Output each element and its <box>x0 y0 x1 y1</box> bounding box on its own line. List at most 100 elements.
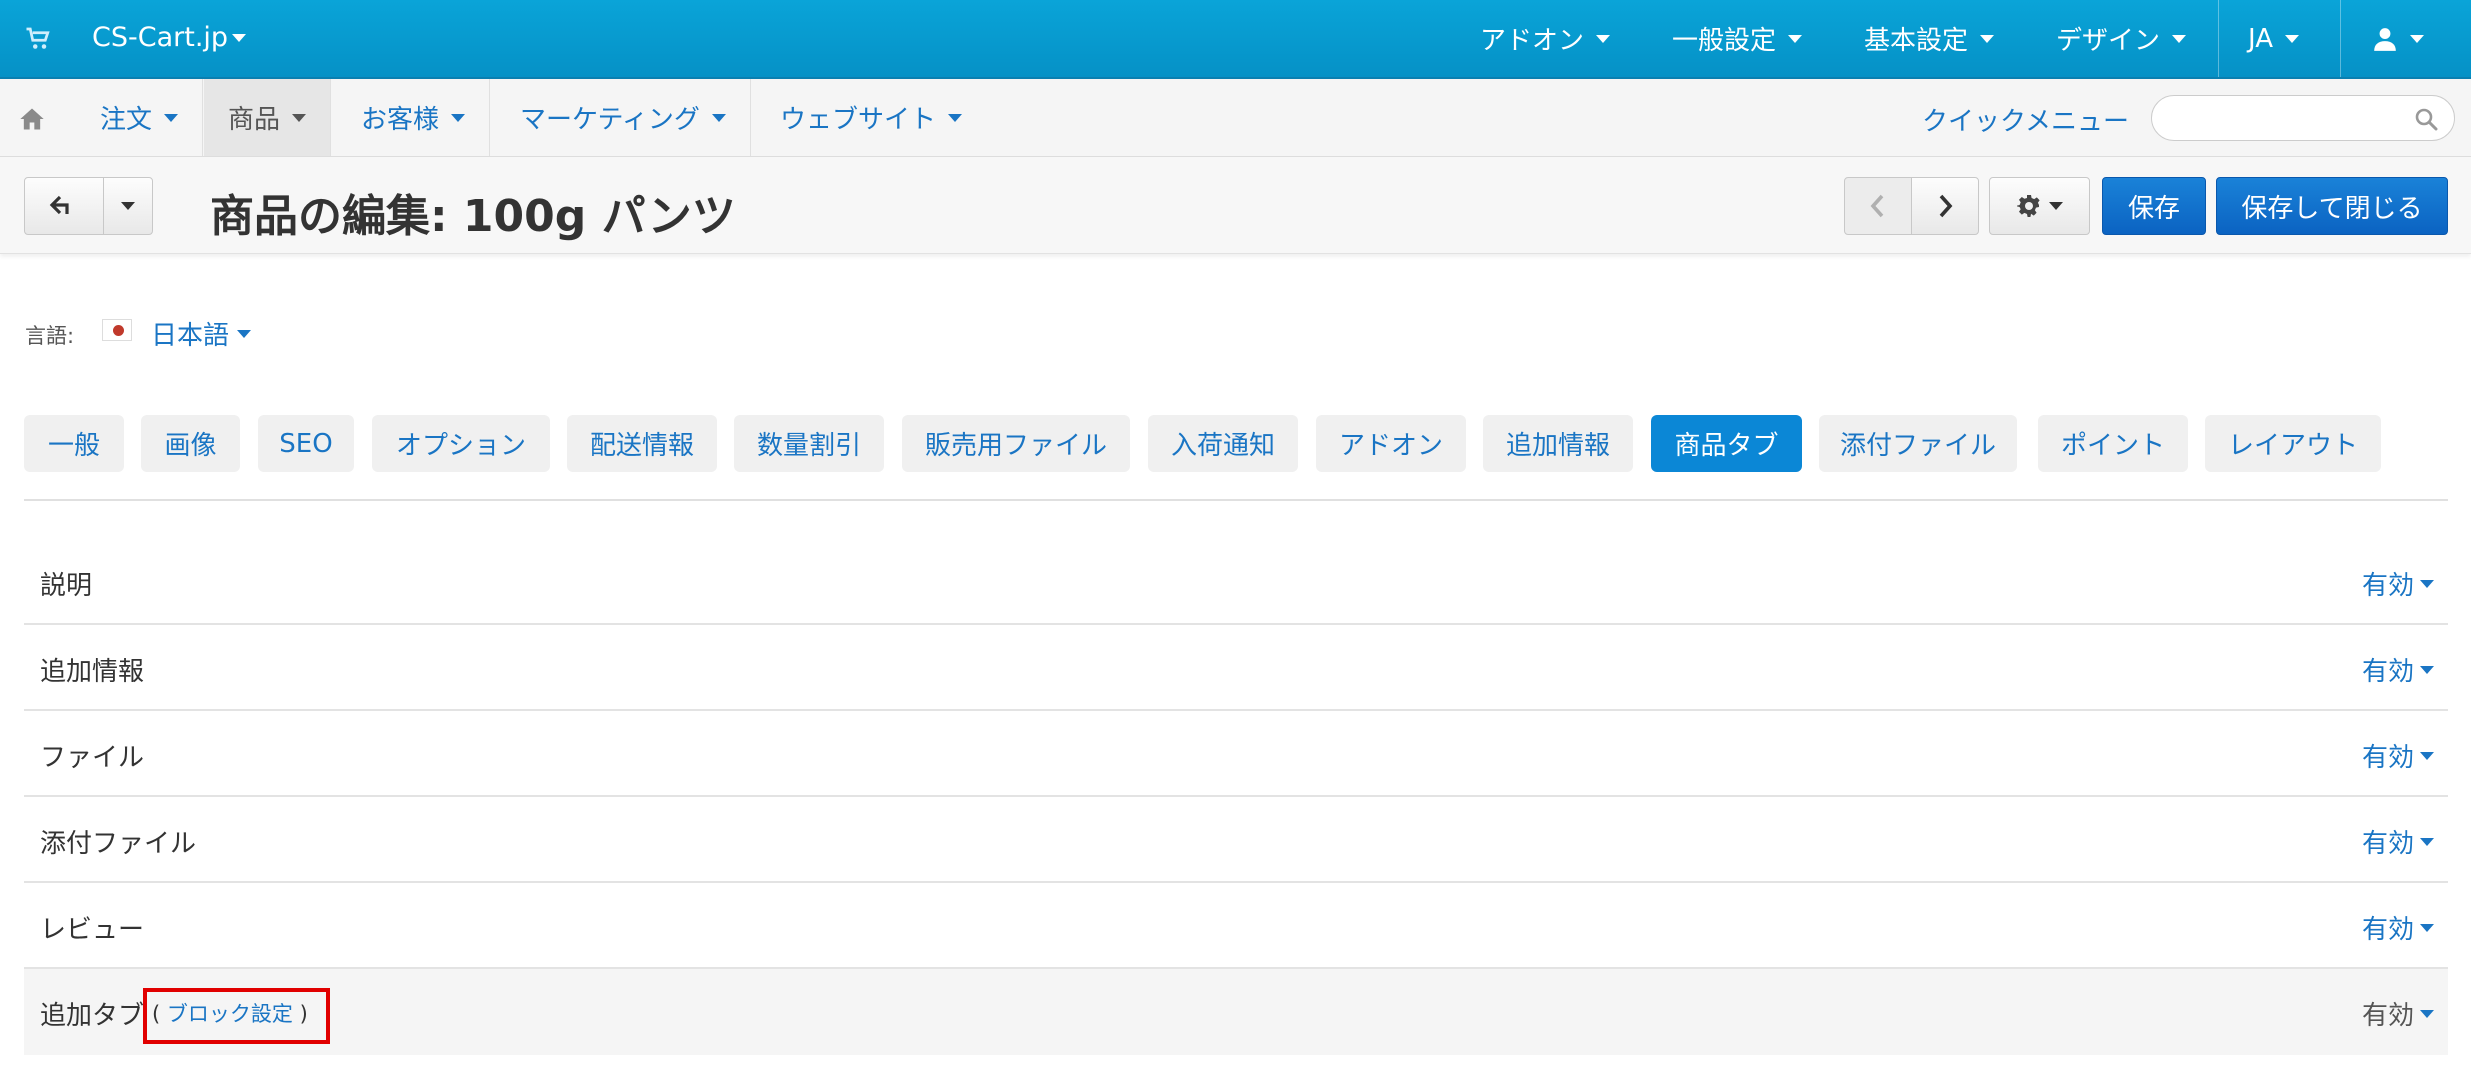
nav-orders[interactable]: 注文 <box>76 79 204 156</box>
product-tab-row: 添付ファイル 有効 <box>24 797 2448 883</box>
nav-marketing[interactable]: マーケティング <box>496 79 751 156</box>
status-dropdown[interactable]: 有効 <box>2362 909 2434 946</box>
tab-downloadable-files[interactable]: 販売用ファイル <box>902 415 1130 472</box>
chevron-down-icon <box>2172 34 2187 43</box>
nav-products-label: 商品 <box>228 105 281 135</box>
nav-customers-label: お客様 <box>361 105 440 135</box>
chevron-down-icon <box>451 113 466 122</box>
tab-shipping[interactable]: 配送情報 <box>567 415 717 472</box>
paren-close: ) <box>299 1002 308 1026</box>
store-brand-menu[interactable]: CS-Cart.jp <box>92 22 247 53</box>
language-label: 言語: <box>25 324 75 348</box>
menu-divider <box>2218 0 2219 77</box>
product-tab-row: レビュー 有効 <box>24 883 2448 969</box>
status-dropdown[interactable]: 有効 <box>2362 995 2434 1032</box>
tab-stock-notifications[interactable]: 入荷通知 <box>1148 415 1298 472</box>
menu-design[interactable]: デザイン <box>2056 0 2187 77</box>
status-value: 有効 <box>2361 915 2414 945</box>
save-and-close-button[interactable]: 保存して閉じる <box>2216 177 2448 235</box>
product-tab-row: 追加タブ 有効 <box>24 969 2448 1055</box>
search-box <box>2151 95 2455 141</box>
tab-points[interactable]: ポイント <box>2038 415 2188 472</box>
chevron-down-icon <box>1788 34 1803 43</box>
product-tab-row: 説明 有効 <box>24 539 2448 625</box>
chevron-down-icon <box>121 202 135 210</box>
chevron-down-icon <box>948 113 963 122</box>
chevron-right-icon <box>1939 194 1953 218</box>
top-bar: CS-Cart.jp アドオン 一般設定 基本設定 デザイン JA <box>0 0 2471 79</box>
menu-addons[interactable]: アドオン <box>1480 0 1611 77</box>
status-value: 有効 <box>2361 829 2414 859</box>
menu-divider <box>2340 0 2341 77</box>
prev-product-button[interactable] <box>1844 177 1912 235</box>
chevron-down-icon <box>2420 837 2434 846</box>
menu-design-label: デザイン <box>2056 26 2161 56</box>
next-product-button[interactable] <box>1911 177 1979 235</box>
back-arrow-icon <box>49 195 69 215</box>
tab-seo[interactable]: SEO <box>258 415 354 472</box>
tab-quantity-discounts[interactable]: 数量割引 <box>734 415 884 472</box>
tab-layout[interactable]: レイアウト <box>2205 415 2381 472</box>
block-settings-link[interactable]: ブロック設定 <box>167 1002 293 1026</box>
status-dropdown[interactable]: 有効 <box>2362 651 2434 688</box>
tab-images[interactable]: 画像 <box>141 415 240 472</box>
menu-addons-label: アドオン <box>1480 26 1585 56</box>
chevron-down-icon <box>2420 579 2434 588</box>
status-value: 有効 <box>2361 1001 2414 1031</box>
language-value: 日本語 <box>151 321 230 351</box>
gear-icon <box>2016 195 2040 217</box>
tab-product-tabs[interactable]: 商品タブ <box>1651 415 1802 472</box>
product-tab-name: 説明 <box>40 571 93 601</box>
chevron-down-icon <box>2420 1009 2434 1018</box>
menu-language[interactable]: JA <box>2248 0 2299 77</box>
status-dropdown[interactable]: 有効 <box>2362 737 2434 774</box>
language-selector[interactable]: 日本語 <box>151 315 252 352</box>
nav-marketing-label: マーケティング <box>520 105 700 135</box>
chevron-down-icon <box>232 33 247 42</box>
chevron-down-icon <box>711 113 726 122</box>
tab-attachments[interactable]: 添付ファイル <box>1819 415 2017 472</box>
chevron-down-icon <box>2420 751 2434 760</box>
status-dropdown[interactable]: 有効 <box>2362 823 2434 860</box>
product-tab-row: ファイル 有効 <box>24 711 2448 797</box>
japan-flag-icon <box>102 319 132 341</box>
status-value: 有効 <box>2361 571 2414 601</box>
secondary-nav: 注文 商品 お客様 マーケティング ウェブサイト クイックメニュー <box>0 79 2471 157</box>
quick-menu-link[interactable]: クイックメニュー <box>1922 101 2129 138</box>
menu-user[interactable] <box>2372 0 2424 77</box>
nav-website[interactable]: ウェブサイト <box>756 79 986 156</box>
tab-addons[interactable]: アドオン <box>1316 415 1466 472</box>
chevron-down-icon <box>292 113 307 122</box>
chevron-down-icon <box>164 113 179 122</box>
chevron-down-icon <box>1596 34 1611 43</box>
home-icon[interactable] <box>16 105 48 133</box>
paren-open: ( <box>152 1002 161 1026</box>
chevron-down-icon <box>237 329 252 338</box>
menu-basic-settings[interactable]: 基本設定 <box>1864 0 1995 77</box>
tab-options[interactable]: オプション <box>372 415 550 472</box>
search-input[interactable] <box>2170 96 2410 140</box>
nav-website-label: ウェブサイト <box>780 105 937 135</box>
chevron-down-icon <box>2410 34 2424 43</box>
tab-additional-info[interactable]: 追加情報 <box>1483 415 1633 472</box>
back-dropdown-button[interactable] <box>103 177 153 235</box>
chevron-down-icon <box>2420 665 2434 674</box>
cart-icon[interactable] <box>24 24 54 54</box>
search-icon[interactable] <box>2414 107 2438 131</box>
back-button[interactable] <box>24 177 104 235</box>
status-value: 有効 <box>2361 657 2414 687</box>
nav-products[interactable]: 商品 <box>204 79 332 156</box>
chevron-down-icon <box>2285 34 2299 43</box>
settings-dropdown-button[interactable] <box>1989 177 2090 235</box>
product-tab-row: 追加情報 有効 <box>24 625 2448 711</box>
menu-general-settings[interactable]: 一般設定 <box>1672 0 1803 77</box>
save-button[interactable]: 保存 <box>2102 177 2206 235</box>
product-tab-name: 追加タブ <box>40 1001 145 1031</box>
chevron-down-icon <box>1980 34 1995 43</box>
product-tab-name: 追加情報 <box>40 657 145 687</box>
nav-customers[interactable]: お客様 <box>337 79 491 156</box>
status-value: 有効 <box>2361 743 2414 773</box>
product-tab-name: レビュー <box>40 915 145 945</box>
status-dropdown[interactable]: 有効 <box>2362 565 2434 602</box>
tab-general[interactable]: 一般 <box>24 415 124 472</box>
